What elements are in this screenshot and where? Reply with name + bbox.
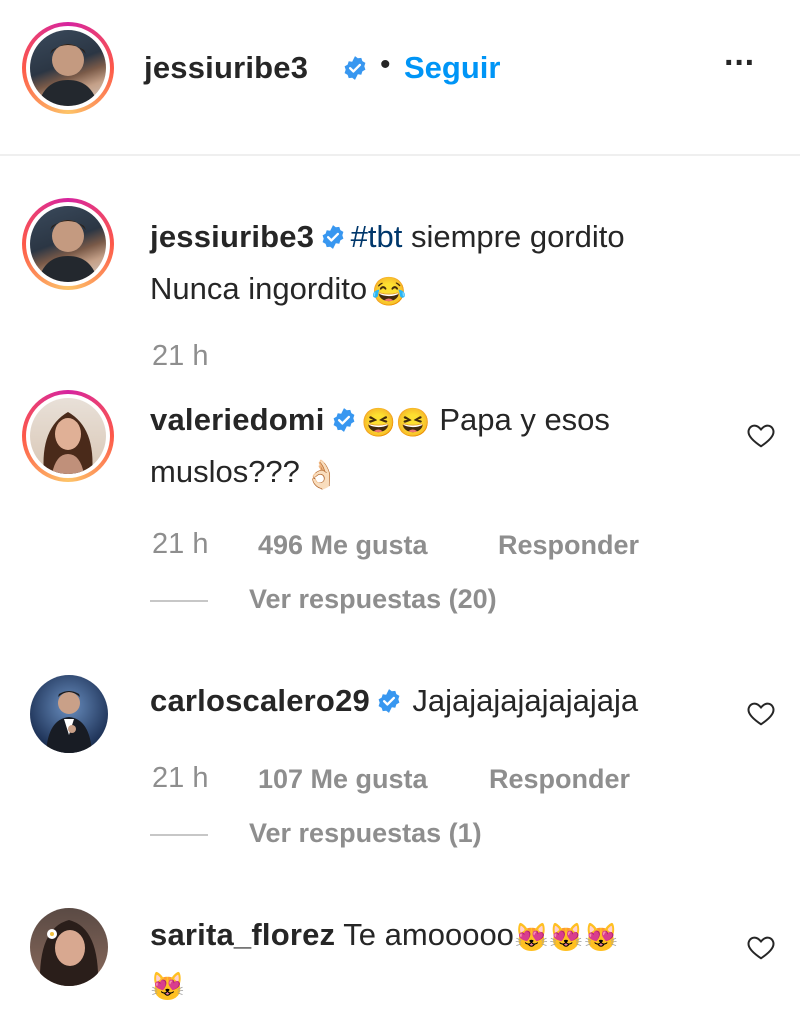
comment-text: Jajajajajajajajaja [412, 683, 639, 718]
replies-divider [150, 600, 208, 602]
separator-dot: • [380, 48, 391, 81]
reply-button[interactable]: Responder [498, 530, 639, 561]
verified-badge-icon [333, 408, 354, 432]
comment-avatar[interactable] [22, 390, 114, 482]
replies-divider [150, 834, 208, 836]
header-avatar[interactable] [22, 22, 114, 114]
like-heart-icon[interactable] [746, 932, 776, 962]
header-username[interactable]: jessiuribe3 [144, 50, 308, 86]
profile-photo-icon [38, 220, 98, 282]
caption-hashtag[interactable]: #tbt [351, 219, 403, 254]
view-replies-button[interactable]: Ver respuestas (20) [249, 584, 497, 615]
profile-photo-icon [38, 44, 98, 106]
view-replies-button[interactable]: Ver respuestas (1) [249, 818, 482, 849]
caption-time: 21 h [152, 340, 209, 372]
caption-username[interactable]: jessiuribe3 [150, 219, 314, 254]
caption-text-line2: Nunca ingordito [150, 271, 368, 306]
heart-eyes-cat-emoji: 😻😻😻 [513, 922, 619, 953]
like-heart-icon[interactable] [746, 420, 776, 450]
follow-button[interactable]: Seguir [404, 50, 500, 86]
laughing-tears-emoji: 😂 [371, 276, 407, 307]
verified-badge-icon [322, 225, 344, 249]
comment-time: 21 h [152, 762, 209, 794]
verified-badge-icon [344, 56, 366, 80]
profile-photo-icon [46, 691, 92, 753]
more-options-button[interactable]: ··· [724, 44, 756, 83]
comment-text: Te amooooo [335, 917, 514, 952]
comment-username[interactable]: carloscalero29 [150, 683, 370, 718]
header-divider [0, 154, 800, 156]
profile-photo-icon [43, 412, 93, 474]
like-heart-icon[interactable] [746, 698, 776, 728]
reply-button[interactable]: Responder [489, 764, 630, 795]
comment-likes[interactable]: 107 Me gusta [258, 764, 428, 795]
comment-avatar[interactable] [30, 675, 108, 753]
grinning-squint-emoji: 😆😆 [360, 407, 431, 438]
comment-likes[interactable]: 496 Me gusta [258, 530, 428, 561]
profile-photo-icon [39, 920, 99, 986]
caption-text-line1: siempre gordito [402, 219, 625, 254]
caption-avatar[interactable] [22, 198, 114, 290]
comment-text-line2: muslos??? [150, 454, 300, 489]
comment-time: 21 h [152, 528, 209, 560]
heart-eyes-cat-emoji: 😻 [150, 971, 185, 1002]
comment-username[interactable]: valeriedomi [150, 402, 325, 437]
ok-hand-emoji: 👌🏻 [304, 459, 340, 490]
comment-avatar[interactable] [30, 908, 108, 986]
verified-badge-icon [378, 689, 400, 713]
comment-username[interactable]: sarita_florez [150, 917, 335, 952]
comment-text-line1: Papa y esos [430, 402, 610, 437]
